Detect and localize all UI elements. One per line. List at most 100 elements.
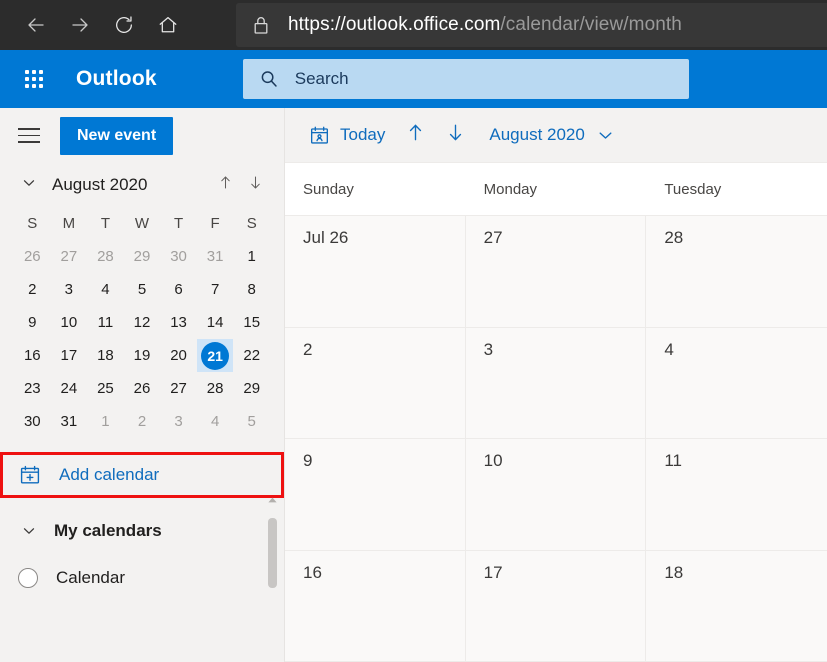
calendar-item-label: Calendar xyxy=(56,568,125,587)
mini-calendar-day[interactable]: 8 xyxy=(233,273,270,306)
mini-calendar-day[interactable]: 22 xyxy=(233,339,270,372)
mini-calendar-day[interactable]: 23 xyxy=(14,372,51,405)
calendar-day-cell[interactable]: 10 xyxy=(465,439,647,550)
mini-calendar-day-number: 26 xyxy=(133,380,151,397)
outlook-header: Outlook Search xyxy=(0,50,827,108)
back-button[interactable] xyxy=(14,3,58,47)
mini-calendar-day[interactable]: 1 xyxy=(233,240,270,273)
app-launcher-button[interactable] xyxy=(14,59,54,99)
mini-calendar-day[interactable]: 10 xyxy=(51,306,88,339)
address-bar[interactable]: https://outlook.office.com/calendar/view… xyxy=(236,3,827,47)
arrow-up-icon xyxy=(405,122,426,148)
mini-calendar-day[interactable]: 19 xyxy=(124,339,161,372)
forward-button[interactable] xyxy=(58,3,102,47)
mini-calendar-day[interactable]: 3 xyxy=(51,273,88,306)
reload-button[interactable] xyxy=(102,3,146,47)
scroll-up-caret-icon[interactable] xyxy=(267,494,278,506)
calendar-day-cell[interactable]: 3 xyxy=(465,327,647,438)
mini-calendar-day[interactable]: 27 xyxy=(51,240,88,273)
next-period-button[interactable] xyxy=(435,117,475,153)
calendar-day-cell[interactable]: 27 xyxy=(465,216,647,327)
mini-calendar-prev-button[interactable] xyxy=(210,170,240,200)
mini-calendar-day[interactable]: 11 xyxy=(87,306,124,339)
mini-calendar-day[interactable]: 9 xyxy=(14,306,51,339)
circle-unchecked-icon[interactable] xyxy=(18,568,38,588)
mini-calendar-day[interactable]: 3 xyxy=(160,405,197,438)
brand-title[interactable]: Outlook xyxy=(76,67,157,91)
mini-calendar-day[interactable]: 24 xyxy=(51,372,88,405)
scrollbar-thumb[interactable] xyxy=(268,518,277,588)
mini-calendar-day[interactable]: 30 xyxy=(160,240,197,273)
mini-calendar-day[interactable]: 25 xyxy=(87,372,124,405)
today-button[interactable]: Today xyxy=(299,117,395,153)
calendar-day-cell[interactable]: 17 xyxy=(465,550,647,661)
mini-calendar-day[interactable]: 20 xyxy=(160,339,197,372)
home-button[interactable] xyxy=(146,3,190,47)
hamburger-menu-icon[interactable] xyxy=(18,122,46,150)
arrow-up-icon xyxy=(217,174,234,196)
mini-calendar-day[interactable]: 28 xyxy=(197,372,234,405)
mini-calendar-day-number: 4 xyxy=(101,281,110,298)
mini-calendar-day[interactable]: 30 xyxy=(14,405,51,438)
mini-calendar-day[interactable]: 2 xyxy=(124,405,161,438)
mini-calendar-day-number: 6 xyxy=(174,281,183,298)
weekday-header-row: Sunday Monday Tuesday xyxy=(285,163,827,216)
search-input[interactable]: Search xyxy=(242,59,689,99)
mini-calendar-day[interactable]: 12 xyxy=(124,306,161,339)
mini-calendar-day-number: 19 xyxy=(133,347,151,364)
mini-calendar-day[interactable]: 29 xyxy=(233,372,270,405)
calendar-day-cell[interactable]: 28 xyxy=(646,216,827,327)
calendar-day-cell[interactable]: 9 xyxy=(285,439,466,550)
previous-period-button[interactable] xyxy=(395,117,435,153)
mini-calendar-day[interactable]: 16 xyxy=(14,339,51,372)
mini-calendar-day[interactable]: 1 xyxy=(87,405,124,438)
add-calendar-button[interactable]: Add calendar xyxy=(0,452,284,498)
mini-calendar-next-button[interactable] xyxy=(240,170,270,200)
calendar-day-cell[interactable]: Jul 26 xyxy=(285,216,466,327)
mini-calendar-day[interactable]: 17 xyxy=(51,339,88,372)
browser-chrome: https://outlook.office.com/calendar/view… xyxy=(0,0,827,50)
mini-calendar-day[interactable]: 5 xyxy=(233,405,270,438)
mini-calendar-day-selected[interactable]: 21 xyxy=(196,339,234,372)
mini-calendar-day[interactable]: 7 xyxy=(197,273,234,306)
chevron-down-icon xyxy=(16,518,42,544)
month-label: August 2020 xyxy=(489,125,585,144)
mini-calendar-day[interactable]: 27 xyxy=(160,372,197,405)
mini-calendar-day-number: 2 xyxy=(137,413,147,430)
mini-calendar-collapse-button[interactable] xyxy=(14,170,44,200)
mini-calendar-day[interactable]: 6 xyxy=(160,273,197,306)
mini-calendar-day[interactable]: 29 xyxy=(124,240,161,273)
month-picker-button[interactable]: August 2020 xyxy=(475,117,621,153)
calendar-day-cell[interactable]: 2 xyxy=(285,327,466,438)
mini-calendar-day[interactable]: 14 xyxy=(197,306,234,339)
mini-calendar-day[interactable]: 26 xyxy=(14,240,51,273)
calendar-list-item[interactable]: Calendar xyxy=(0,556,284,600)
mini-calendar-day[interactable]: 28 xyxy=(87,240,124,273)
mini-calendar-day-number: 3 xyxy=(64,281,74,298)
calendar-day-cell[interactable]: 4 xyxy=(646,327,827,438)
mini-calendar-day-number: 31 xyxy=(206,248,224,265)
new-event-button[interactable]: New event xyxy=(60,116,174,155)
mini-calendar-day[interactable]: 13 xyxy=(160,306,197,339)
mini-calendar-day[interactable]: 31 xyxy=(51,405,88,438)
mini-calendar-day[interactable]: 4 xyxy=(197,405,234,438)
sidebar-scrollbar[interactable] xyxy=(267,494,278,604)
mini-calendar-day-number: 11 xyxy=(97,314,114,331)
mini-calendar-day[interactable]: 2 xyxy=(14,273,51,306)
mini-calendar-day[interactable]: 4 xyxy=(87,273,124,306)
mini-calendar-day[interactable]: 31 xyxy=(197,240,234,273)
mini-calendar-day[interactable]: 18 xyxy=(87,339,124,372)
weekday-header-sunday: Sunday xyxy=(303,180,354,198)
calendar-day-cell[interactable]: 11 xyxy=(646,439,827,550)
mini-calendar-day[interactable]: 5 xyxy=(124,273,161,306)
calendar-day-cell[interactable]: 18 xyxy=(646,550,827,661)
mini-calendar-day-number: 3 xyxy=(174,413,183,430)
calendar-main: Today August 2020 Sunday Monday Tuesday … xyxy=(285,108,827,662)
mini-calendar-day[interactable]: 15 xyxy=(233,306,270,339)
mini-calendar-dayname: T xyxy=(100,215,110,232)
my-calendars-section[interactable]: My calendars xyxy=(0,506,284,556)
mini-calendar-day-number: 31 xyxy=(60,413,78,430)
weekday-header-monday: Monday xyxy=(483,180,538,198)
mini-calendar-day[interactable]: 26 xyxy=(124,372,161,405)
calendar-day-cell[interactable]: 16 xyxy=(285,550,466,661)
